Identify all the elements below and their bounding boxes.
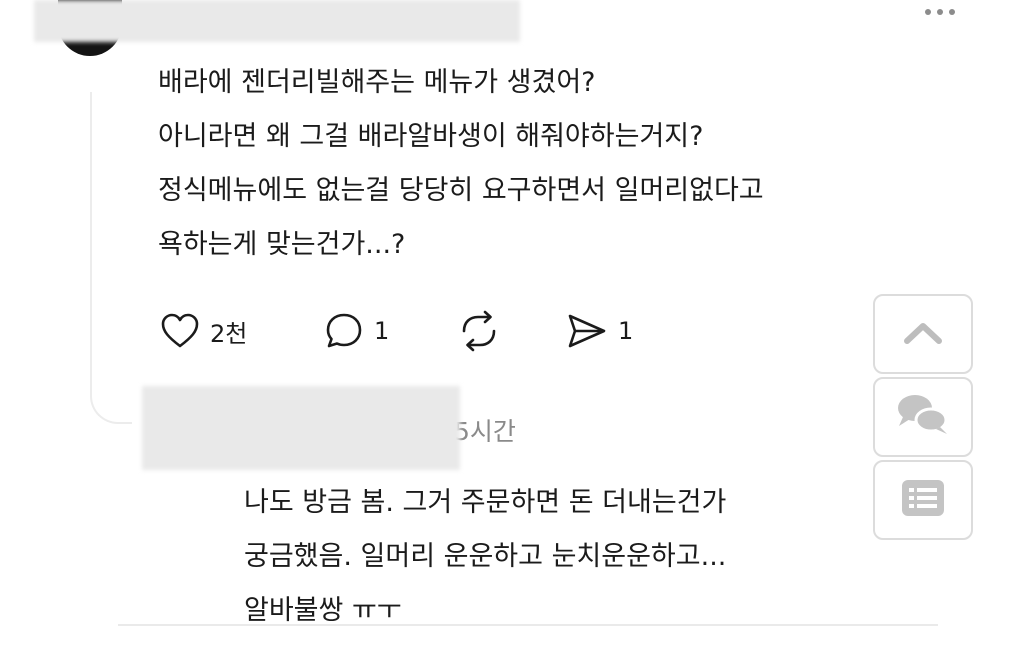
heart-icon (158, 309, 202, 353)
reply-timestamp: 5시간 (454, 417, 516, 446)
chat-bubbles-icon (891, 390, 955, 444)
like-count: 2천 (210, 319, 248, 348)
comment-bubble-icon (322, 309, 366, 353)
comments-button[interactable] (873, 377, 973, 457)
post-line: 정식메뉴에도 없는걸 당당히 요구하면서 일머리없다고 (158, 175, 764, 206)
thread-connector-line (90, 92, 132, 424)
author-name-redacted (34, 0, 520, 42)
comment-count: 1 (374, 317, 390, 345)
list-button[interactable] (873, 460, 973, 540)
scroll-to-top-button[interactable] (873, 294, 973, 374)
post-body: 배라에 젠더리빌해주는 메뉴가 생겼어? 아니라면 왜 그걸 배라알바생이 해줘… (158, 56, 978, 272)
more-options-icon[interactable] (918, 0, 962, 22)
share-count: 1 (618, 317, 634, 345)
chevron-up-icon (901, 317, 945, 351)
reply-line: 나도 방금 봄. 그거 주문하면 돈 더내는건가 (244, 487, 727, 518)
share-button[interactable]: 1 (564, 306, 633, 356)
list-icon (900, 478, 946, 522)
divider (118, 624, 938, 626)
bottom-crop-mask (0, 626, 1024, 667)
comment-button[interactable]: 1 (322, 306, 389, 356)
post-line: 욕하는게 맞는건가...? (158, 229, 406, 260)
send-icon (564, 309, 610, 353)
repost-button[interactable] (456, 306, 502, 356)
repost-icon (456, 309, 502, 353)
post-line: 아니라면 왜 그걸 배라알바생이 해줘야하는거지? (158, 121, 704, 152)
like-button[interactable]: 2천 (158, 306, 247, 356)
post-line: 배라에 젠더리빌해주는 메뉴가 생겼어? (158, 67, 596, 98)
reply-author-redacted (142, 386, 460, 470)
reply-line: 궁금했음. 일머리 운운하고 눈치운운하고... (244, 541, 727, 572)
reply-body: 나도 방금 봄. 그거 주문하면 돈 더내는건가 궁금했음. 일머리 운운하고 … (244, 476, 884, 638)
